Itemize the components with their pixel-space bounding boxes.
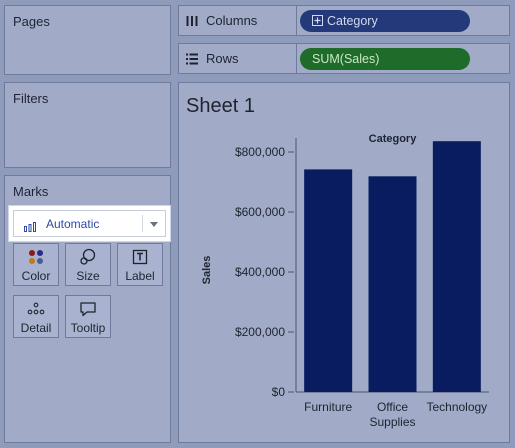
shelf-divider [296,44,297,73]
shelf-divider [296,6,297,35]
pages-title: Pages [13,14,50,29]
bar-chart-icon [24,219,38,237]
columns-shelf[interactable]: Columns Category [178,5,510,36]
marks-card: Marks Automatic Color Size Label Detail … [4,175,171,443]
rows-shelf-label: Rows [186,51,239,66]
x-tick-label: Technology [426,400,487,414]
dropdown-divider [142,215,143,232]
x-tick-label: Supplies [369,415,415,429]
pages-shelf[interactable]: Pages [4,5,171,75]
label-button[interactable]: Label [117,243,163,286]
rows-label-text: Rows [206,51,239,66]
chart-title: Category [369,133,418,145]
filters-shelf[interactable]: Filters [4,82,171,168]
marks-title: Marks [13,184,49,199]
category-pill-text: Category [327,14,378,28]
detail-label: Detail [20,321,52,335]
color-button[interactable]: Color [13,243,59,286]
sum-sales-pill-text: SUM(Sales) [312,52,380,66]
sheet-view: Sheet 1 Category Sales $0 $200,000 $400,000 $… [178,82,510,443]
bar-furniture [304,169,353,392]
size-icon [66,248,110,266]
label-icon [118,248,162,266]
x-tick-label: Furniture [304,400,352,414]
label-label: Label [125,269,155,283]
y-axis-label: Sales [201,256,213,285]
x-tick-label: Office [377,400,408,414]
color-icon [14,248,58,266]
tooltip-button[interactable]: Tooltip [65,295,111,338]
rows-shelf[interactable]: Rows SUM(Sales) [178,43,510,74]
y-tick-label: $0 [272,385,286,399]
filters-title: Filters [13,91,49,106]
bar-technology [432,141,481,392]
bar-chart: Category Sales $0 $200,000 $400,000 $600,000 $… [201,133,489,429]
mark-type-value: Automatic [46,217,100,231]
chevron-down-icon[interactable] [150,222,158,227]
sum-sales-pill[interactable]: SUM(Sales) [300,48,470,70]
category-pill[interactable]: Category [300,10,470,32]
columns-shelf-label: Columns [186,13,257,28]
expand-icon[interactable] [312,15,323,26]
detail-button[interactable]: Detail [13,295,59,338]
color-label: Color [21,269,51,283]
size-button[interactable]: Size [65,243,111,286]
mark-type-dropdown[interactable]: Automatic [13,210,166,237]
y-tick-label: $600,000 [235,205,285,219]
size-label: Size [76,269,100,283]
columns-label-text: Columns [206,13,258,28]
tooltip-label: Tooltip [70,321,106,335]
tooltip-icon [66,300,110,318]
detail-icon [14,300,58,318]
y-tick-label: $400,000 [235,265,285,279]
y-tick-label: $800,000 [235,145,285,159]
bar-office-supplies [368,176,417,392]
rows-icon [186,53,198,64]
y-tick-label: $200,000 [235,325,285,339]
columns-icon [186,15,198,26]
